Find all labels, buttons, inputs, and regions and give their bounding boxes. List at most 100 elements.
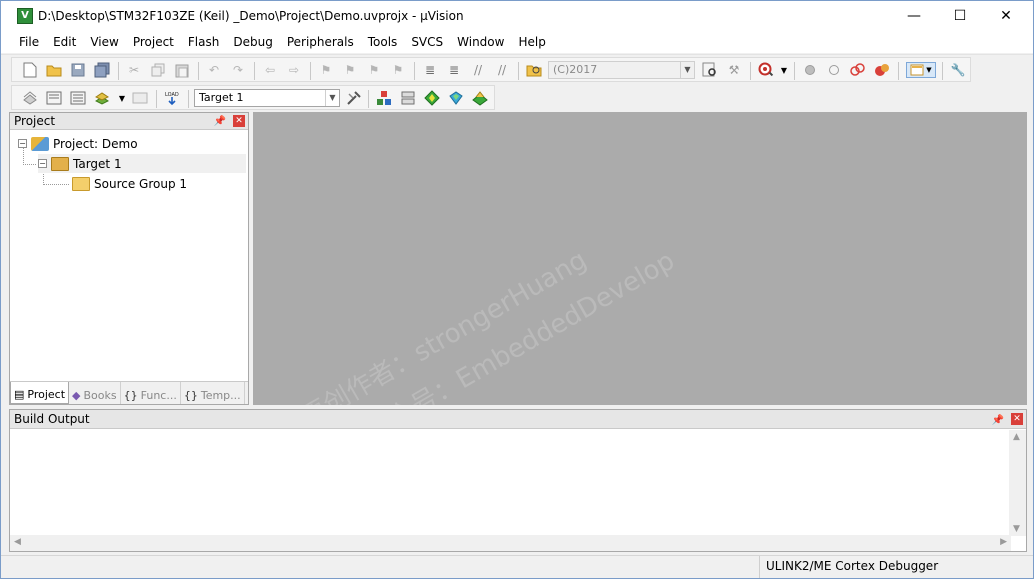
scroll-up-icon[interactable]: ▲	[1013, 432, 1020, 442]
toolbar-separator	[368, 90, 369, 108]
comment-selection-icon[interactable]: //	[470, 62, 486, 78]
disable-all-breakpoints-icon[interactable]	[850, 62, 866, 78]
manage-project-items-icon[interactable]	[376, 90, 392, 106]
menu-file[interactable]: File	[12, 32, 46, 53]
collapse-toggle-icon[interactable]: −	[38, 159, 47, 168]
build-output-title: Build Output	[14, 412, 90, 426]
find-combo-value: (C)2017	[553, 63, 598, 76]
tree-item-source-group-1[interactable]: Source Group 1	[72, 174, 187, 193]
tree-item-target-1[interactable]: − Target 1	[38, 154, 246, 173]
batch-build-dropdown-icon[interactable]: ▼	[114, 90, 130, 106]
menu-bar: File Edit View Project Flash Debug Perip…	[1, 32, 1033, 53]
enable-breakpoint-icon[interactable]	[826, 62, 842, 78]
collapse-toggle-icon[interactable]: −	[18, 139, 27, 148]
menu-tools[interactable]: Tools	[361, 32, 405, 53]
kill-all-breakpoints-icon[interactable]	[874, 62, 890, 78]
batch-build-icon[interactable]	[94, 90, 110, 106]
target-select[interactable]: Target 1 ▼	[194, 89, 340, 107]
options-for-target-icon[interactable]	[346, 90, 362, 106]
configure-wrench-icon[interactable]: 🔧	[950, 62, 966, 78]
copy-icon[interactable]	[150, 62, 166, 78]
previous-bookmark-icon[interactable]: ⚑	[342, 62, 358, 78]
menu-peripherals[interactable]: Peripherals	[280, 32, 361, 53]
open-file-icon[interactable]	[46, 62, 62, 78]
save-all-icon[interactable]	[94, 62, 110, 78]
menu-svcs[interactable]: SVCS	[404, 32, 450, 53]
window-layout-icon[interactable]: ▼	[906, 62, 936, 78]
indent-icon[interactable]: ≣	[422, 62, 438, 78]
chevron-down-icon[interactable]: ▼	[325, 90, 339, 106]
stop-build-icon[interactable]	[132, 90, 148, 106]
redo-icon[interactable]: ↷	[230, 62, 246, 78]
clear-bookmarks-icon[interactable]: ⚑	[390, 62, 406, 78]
build-output-horizontal-scrollbar[interactable]: ◀ ▶	[10, 535, 1011, 551]
tab-project[interactable]: ▤ Project	[10, 382, 70, 404]
menu-project[interactable]: Project	[126, 32, 181, 53]
pack-installer-icon[interactable]	[448, 90, 464, 106]
tree-item-project-demo[interactable]: − Project: Demo	[18, 134, 138, 153]
find-combo[interactable]: (C)2017 ▼	[548, 61, 695, 79]
navigate-forward-icon[interactable]: ⇨	[286, 62, 302, 78]
tab-books[interactable]: ◆ Books	[69, 382, 121, 404]
undo-icon[interactable]: ↶	[206, 62, 222, 78]
next-bookmark-icon[interactable]: ⚑	[366, 62, 382, 78]
rebuild-icon[interactable]	[70, 90, 86, 106]
paste-icon[interactable]	[174, 62, 190, 78]
save-icon[interactable]	[70, 62, 86, 78]
tree-connector	[43, 184, 69, 185]
pin-icon[interactable]: 📌	[214, 114, 226, 130]
select-software-packs-icon[interactable]	[400, 90, 416, 106]
insert-bookmark-icon[interactable]: ⚑	[318, 62, 334, 78]
menu-edit[interactable]: Edit	[46, 32, 83, 53]
scroll-down-icon[interactable]: ▼	[1013, 524, 1020, 534]
menu-window[interactable]: Window	[450, 32, 511, 53]
incremental-find-icon[interactable]: ⚒	[726, 62, 742, 78]
target-select-value: Target 1	[199, 91, 244, 104]
new-file-icon[interactable]	[22, 62, 38, 78]
tab-label: Func...	[140, 388, 177, 402]
translate-icon[interactable]	[22, 90, 38, 106]
tab-templates[interactable]: {} Temp...	[181, 382, 245, 404]
build-toolbar-group: ▼ LOAD Target 1 ▼	[11, 85, 495, 110]
find-in-files-icon[interactable]	[526, 62, 542, 78]
uncomment-selection-icon[interactable]: //	[494, 62, 510, 78]
chevron-down-icon[interactable]: ▼	[680, 62, 694, 78]
toolbar-separator	[198, 62, 199, 80]
maximize-button[interactable]: ☐	[937, 1, 983, 31]
close-button[interactable]: ✕	[983, 1, 1029, 31]
toolbar-separator	[750, 62, 751, 80]
menu-view[interactable]: View	[83, 32, 125, 53]
insert-breakpoint-icon[interactable]	[802, 62, 818, 78]
uvision-app-icon: V	[17, 8, 33, 24]
toolbar-separator	[414, 62, 415, 80]
status-debugger: ULINK2/ME Cortex Debugger	[759, 556, 1033, 578]
scroll-left-icon[interactable]: ◀	[14, 537, 21, 547]
menu-debug[interactable]: Debug	[226, 32, 279, 53]
close-icon[interactable]: ✕	[233, 115, 245, 127]
build-output-vertical-scrollbar[interactable]: ▲ ▼	[1009, 430, 1026, 536]
unindent-icon[interactable]: ≣	[446, 62, 462, 78]
toolbar-separator	[898, 62, 899, 80]
navigate-back-icon[interactable]: ⇦	[262, 62, 278, 78]
minimize-button[interactable]: —	[891, 1, 937, 31]
tab-label: Temp...	[200, 388, 241, 402]
pin-icon[interactable]: 📌	[992, 412, 1004, 430]
find-icon[interactable]	[702, 62, 718, 78]
build-icon[interactable]	[46, 90, 62, 106]
download-load-icon[interactable]: LOAD	[164, 90, 180, 106]
start-debug-icon[interactable]	[758, 62, 774, 78]
pack-manager-icon[interactable]	[472, 90, 488, 106]
toolbar-separator	[254, 62, 255, 80]
tab-label: Project	[27, 388, 66, 401]
scroll-right-icon[interactable]: ▶	[1000, 537, 1007, 547]
templates-tab-icon: {}	[183, 388, 198, 402]
toolbar-separator	[310, 62, 311, 80]
tab-functions[interactable]: {} Func...	[121, 382, 181, 404]
debug-dropdown-arrow-icon[interactable]: ▼	[776, 62, 792, 78]
close-icon[interactable]: ✕	[1011, 413, 1023, 425]
tab-label: Books	[83, 388, 117, 402]
menu-flash[interactable]: Flash	[181, 32, 226, 53]
manage-rte-icon[interactable]	[424, 90, 440, 106]
menu-help[interactable]: Help	[511, 32, 552, 53]
cut-icon[interactable]: ✂	[126, 62, 142, 78]
